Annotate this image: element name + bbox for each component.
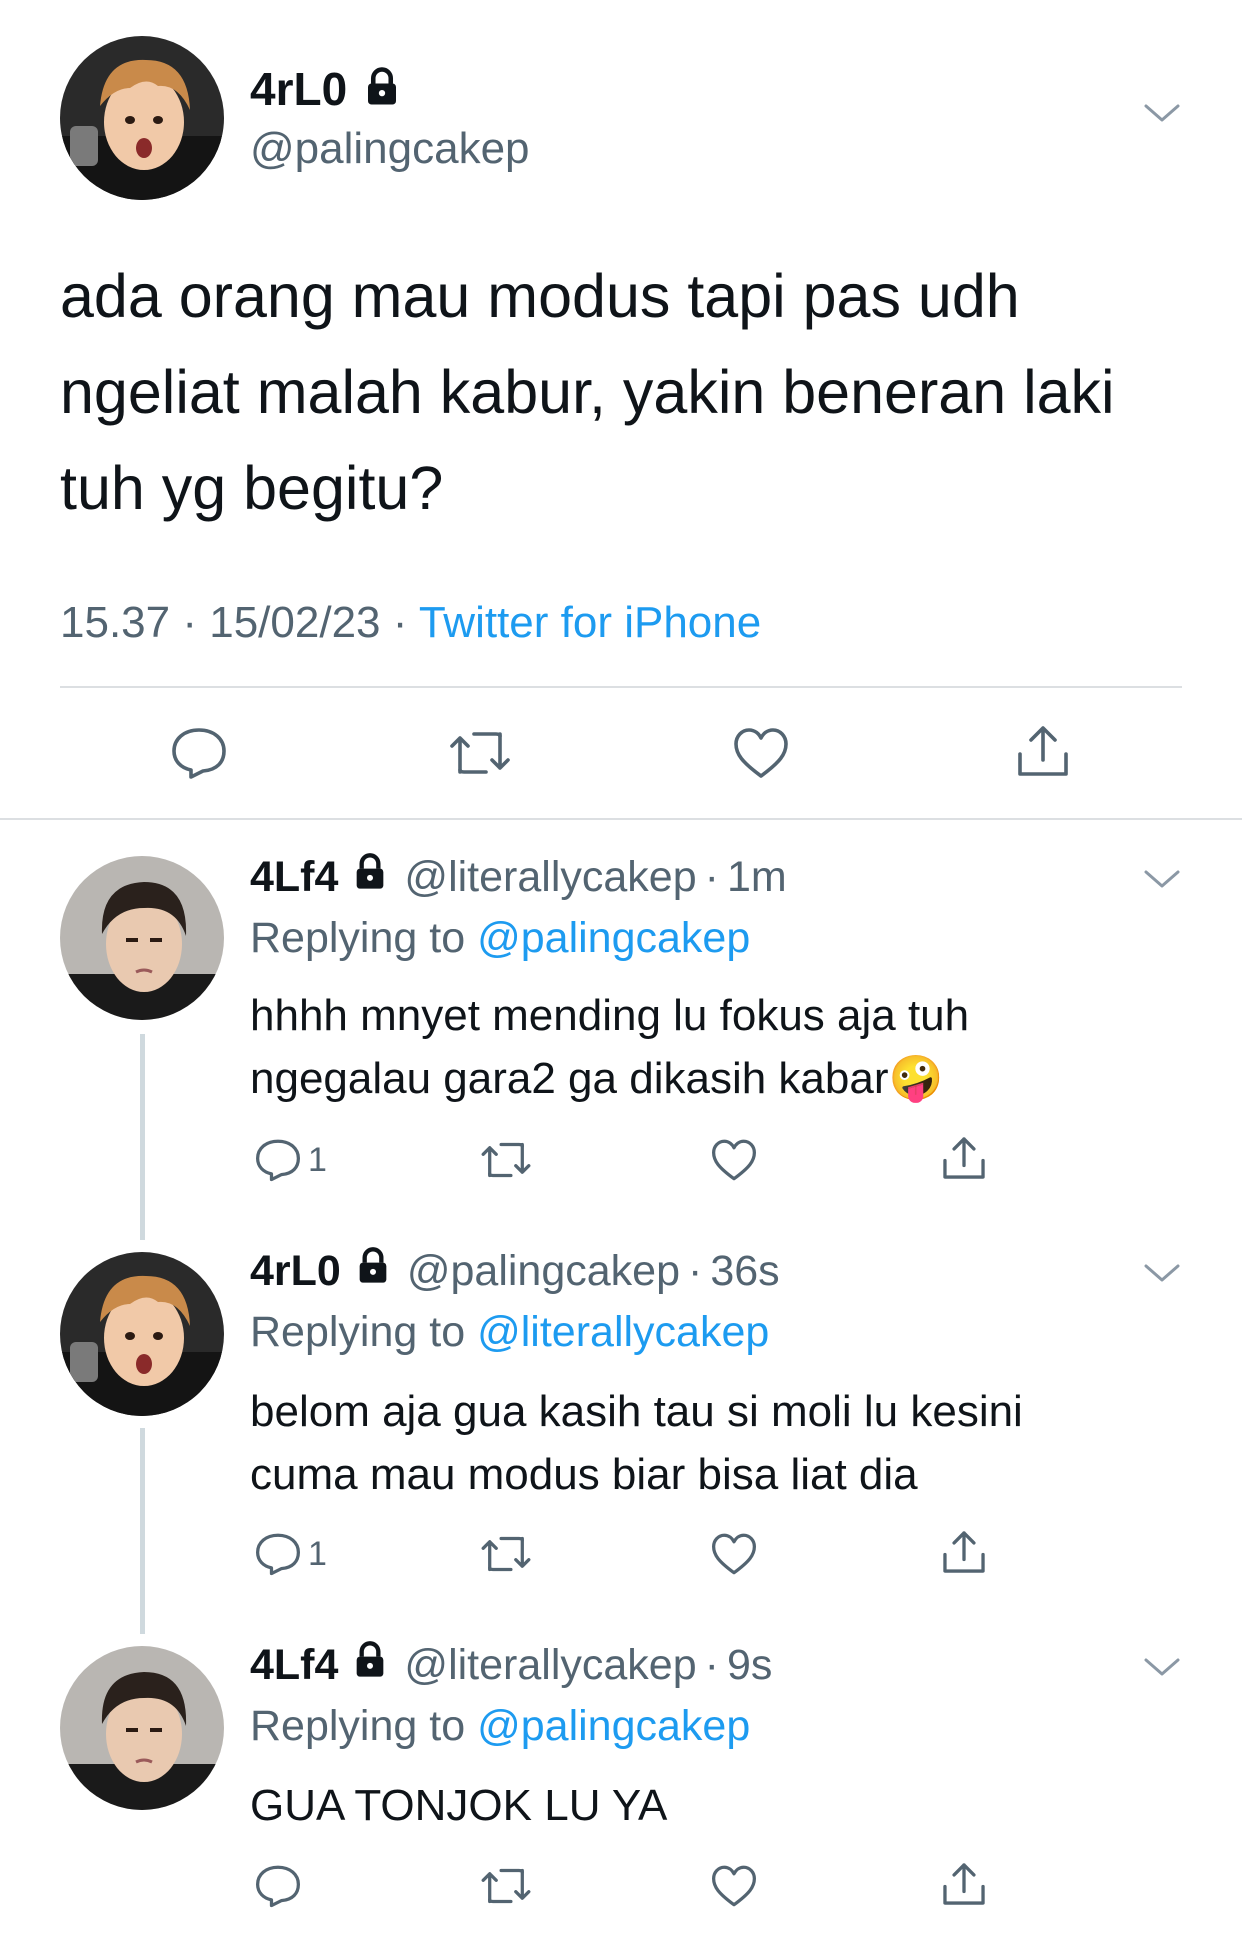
reply-time[interactable]: 36s xyxy=(710,1247,779,1296)
reply-time[interactable]: 9s xyxy=(727,1641,772,1690)
main-tweet-text: ada orang mau modus tapi pas udh ngeliat… xyxy=(60,262,1115,522)
chevron-down-icon[interactable] xyxy=(1142,1654,1182,1685)
reply-count: 1 xyxy=(308,1140,327,1179)
chevron-down-icon[interactable] xyxy=(1142,1260,1182,1291)
lock-icon xyxy=(350,852,390,903)
reply-icon xyxy=(254,1138,302,1182)
reply-button[interactable] xyxy=(170,726,228,780)
reply-icon xyxy=(170,726,228,780)
reply-button[interactable]: 1 xyxy=(254,1138,327,1182)
reply-icon xyxy=(254,1864,302,1908)
replying-to-label: Replying to xyxy=(250,1702,466,1750)
reply-button[interactable]: 1 xyxy=(254,1532,327,1576)
replying-to-handle[interactable]: @palingcakep xyxy=(477,914,750,962)
share-button[interactable] xyxy=(1014,722,1072,780)
reply-handle[interactable]: @literallycakep xyxy=(404,853,696,902)
retweet-button[interactable] xyxy=(478,1138,534,1182)
reply-icon xyxy=(254,1532,302,1576)
emoji: 🤪 xyxy=(888,1054,944,1103)
replying-to-handle[interactable]: @literallycakep xyxy=(477,1308,769,1356)
reply-time[interactable]: 1m xyxy=(727,853,787,902)
retweet-icon xyxy=(446,726,514,780)
retweet-icon xyxy=(478,1864,534,1908)
retweet-button[interactable] xyxy=(446,726,514,780)
reply-text-content: hhhh mnyet mending lu fokus aja tuh ngeg… xyxy=(250,991,970,1103)
reply-handle[interactable]: @literallycakep xyxy=(404,1641,696,1690)
reply-text: belom aja gua kasih tau si moli lu kesin… xyxy=(250,1387,1023,1499)
thread-line xyxy=(140,1034,145,1240)
divider xyxy=(0,818,1242,820)
retweet-button[interactable] xyxy=(478,1864,534,1908)
avatar-reply[interactable] xyxy=(60,1252,224,1416)
avatar-reply[interactable] xyxy=(60,856,224,1020)
share-icon xyxy=(940,1528,988,1576)
reply-button[interactable] xyxy=(254,1864,308,1908)
retweet-button[interactable] xyxy=(478,1532,534,1576)
lock-icon xyxy=(353,1246,393,1297)
lock-icon xyxy=(361,66,403,113)
meta-separator: · xyxy=(392,598,408,647)
heart-icon xyxy=(710,1138,758,1182)
like-button[interactable] xyxy=(710,1864,758,1908)
chevron-down-icon[interactable] xyxy=(1142,100,1182,131)
lock-icon xyxy=(350,1640,390,1691)
share-button[interactable] xyxy=(940,1134,988,1182)
reply-count: 1 xyxy=(308,1534,327,1573)
reply-text: GUA TONJOK LU YA xyxy=(250,1781,668,1830)
replying-to-handle[interactable]: @palingcakep xyxy=(477,1702,750,1750)
retweet-icon xyxy=(478,1532,534,1576)
heart-icon xyxy=(732,726,790,780)
share-button[interactable] xyxy=(940,1860,988,1908)
tweet-time: 15.37 xyxy=(60,598,171,647)
chevron-down-icon[interactable] xyxy=(1142,866,1182,897)
retweet-icon xyxy=(478,1138,534,1182)
reply-display-name[interactable]: 4Lf4 xyxy=(250,853,338,902)
replying-to-label: Replying to xyxy=(250,914,466,962)
meta-separator: · xyxy=(182,598,197,647)
divider xyxy=(60,686,1182,688)
share-icon xyxy=(940,1134,988,1182)
main-display-name[interactable]: 4rL0 xyxy=(250,62,347,116)
replying-to-label: Replying to xyxy=(250,1308,466,1356)
thread-line xyxy=(140,1428,145,1634)
tweet-meta: 15.37 · 15/02/23 · Twitter for iPhone xyxy=(60,598,761,648)
heart-icon xyxy=(710,1532,758,1576)
share-icon xyxy=(1014,722,1072,780)
avatar-reply[interactable] xyxy=(60,1646,224,1810)
tweet-date: 15/02/23 xyxy=(209,598,381,647)
share-button[interactable] xyxy=(940,1528,988,1576)
like-button[interactable] xyxy=(710,1532,758,1576)
like-button[interactable] xyxy=(732,726,790,780)
avatar-main[interactable] xyxy=(60,36,224,200)
share-icon xyxy=(940,1860,988,1908)
main-handle[interactable]: @palingcakep xyxy=(250,124,530,174)
reply-display-name[interactable]: 4Lf4 xyxy=(250,1641,338,1690)
reply-handle[interactable]: @palingcakep xyxy=(407,1247,680,1296)
reply-display-name[interactable]: 4rL0 xyxy=(250,1247,341,1296)
reply-text: hhhh mnyet mending lu fokus aja tuh ngeg… xyxy=(250,984,1110,1110)
like-button[interactable] xyxy=(710,1138,758,1182)
heart-icon xyxy=(710,1864,758,1908)
tweet-source[interactable]: Twitter for iPhone xyxy=(419,598,761,647)
